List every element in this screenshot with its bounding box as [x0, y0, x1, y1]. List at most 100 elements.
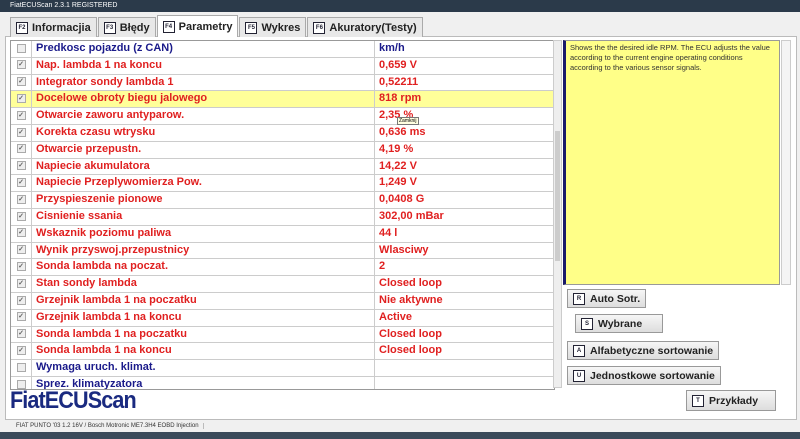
parameter-value: 2	[379, 260, 386, 273]
parameter-name: Otwarcie zaworu antyparow.	[32, 108, 375, 124]
row-checkbox[interactable]: ✓	[11, 343, 32, 360]
table-row[interactable]: ✓ Sonda lambda 1 na koncu Closed loop	[11, 343, 554, 361]
tab-akuratory-testy-[interactable]: F6 Akuratory(Testy)	[307, 17, 423, 37]
row-checkbox[interactable]: ✓	[11, 292, 32, 309]
selected-button[interactable]: S Wybrane	[575, 314, 663, 333]
tab-b-dy[interactable]: F3 Błędy	[97, 17, 156, 37]
table-row[interactable]: ✓ Grzejnik lambda 1 na poczatku Nie aktywn…	[11, 292, 554, 310]
row-checkbox[interactable]: ✓	[11, 108, 32, 124]
table-row[interactable]: ✓ Integrator sondy lambda 1 0,52211	[11, 74, 554, 92]
table-row[interactable]: ✓ Wynik przyswoj.przepustnicy Wlasciwy	[11, 242, 554, 260]
parameter-name: Grzejnik lambda 1 na koncu	[32, 309, 375, 326]
parameter-value: Active	[379, 310, 413, 323]
row-checkbox[interactable]	[11, 41, 32, 57]
table-row[interactable]: ✓ Wskaznik poziomu paliwa 44 l	[11, 225, 554, 243]
row-checkbox[interactable]: ✓	[11, 175, 32, 192]
key-icon: U	[573, 369, 585, 382]
parameter-value: 0,636 ms	[379, 125, 426, 138]
description-scrollbar[interactable]	[781, 40, 791, 285]
key-icon: S	[581, 317, 593, 330]
row-checkbox[interactable]: ✓	[11, 259, 32, 276]
parameter-value	[375, 377, 554, 389]
table-row[interactable]: ✓ Otwarcie zaworu antyparow. 2,35 %	[11, 108, 554, 125]
parameter-value: 4,19 %	[379, 142, 414, 155]
parameter-name: Grzejnik lambda 1 na poczatku	[32, 292, 375, 309]
parameter-value: Wlasciwy	[379, 243, 429, 256]
row-checkbox[interactable]: ✓	[11, 326, 32, 343]
row-checkbox[interactable]: ✓	[11, 141, 32, 158]
table-scrollbar[interactable]	[553, 40, 562, 388]
parameter-value: 302,00 mBar	[379, 209, 444, 222]
button-label: Wybrane	[598, 317, 643, 330]
title-bar: FiatECUScan 2.3.1 REGISTERED	[0, 0, 800, 12]
row-checkbox[interactable]: ✓	[11, 91, 32, 108]
tab-bar: F2 Informacjia F3 Błędy F4 Parametry F5 Wykres F…	[10, 15, 424, 37]
row-checkbox[interactable]: ✓	[11, 124, 32, 141]
table-row[interactable]: ✓ Otwarcie przepustn. 4,19 %	[11, 141, 554, 159]
status-bar: FIAT PUNTO '03 1.2 16V / Bosch Motronic …	[0, 420, 800, 432]
key-icon: A	[573, 344, 585, 357]
table-row[interactable]: Predkosc pojazdu (z CAN) km/h	[11, 41, 554, 58]
button-label: Alfabetyczne sortowanie	[590, 344, 714, 357]
table-row[interactable]: ✓ Grzejnik lambda 1 na koncu Active	[11, 309, 554, 327]
parameter-name: Napiecie akumulatora	[32, 158, 375, 175]
key-icon: F3	[103, 21, 116, 34]
parameter-value: Closed loop	[379, 277, 442, 290]
parameters-table: Predkosc pojazdu (z CAN) km/h ✓ Nap. lambda…	[10, 40, 555, 390]
key-icon: F4	[162, 20, 175, 33]
row-checkbox[interactable]: ✓	[11, 158, 32, 175]
parameter-name: Docelowe obroty biegu jalowego	[32, 91, 375, 108]
parameter-value: Closed loop	[379, 327, 442, 340]
parameter-value: km/h	[379, 42, 405, 54]
table-row[interactable]: ✓ Nap. lambda 1 na koncu 0,659 V	[11, 57, 554, 75]
row-checkbox[interactable]: ✓	[11, 74, 32, 91]
table-row[interactable]: Wymaga uruch. klimat.	[11, 360, 554, 377]
parameter-value: 818 rpm	[379, 92, 422, 105]
row-checkbox[interactable]: ✓	[11, 242, 32, 259]
tab-informacjia[interactable]: F2 Informacjia	[10, 17, 97, 37]
parameter-name: Wynik przyswoj.przepustnicy	[32, 242, 375, 259]
scroll-thumb[interactable]	[555, 131, 560, 261]
row-checkbox[interactable]: ✓	[11, 309, 32, 326]
table-row[interactable]: ✓ Sonda lambda 1 na poczatku Closed loop	[11, 326, 554, 344]
tab-parametry[interactable]: F4 Parametry	[156, 15, 239, 37]
table-row[interactable]: ✓ Napiecie akumulatora 14,22 V	[11, 158, 554, 176]
os-taskbar	[0, 432, 800, 439]
parameter-name: Stan sondy lambda	[32, 276, 375, 292]
table-row[interactable]: ✓ Napiecie Przeplywomierza Pow. 1,249 V	[11, 175, 554, 193]
table-row[interactable]: ✓ Cisnienie ssania 302,00 mBar	[11, 208, 554, 226]
tab-label: Akuratory(Testy)	[329, 21, 417, 34]
row-checkbox[interactable]: ✓	[11, 192, 32, 208]
row-checkbox[interactable]	[11, 360, 32, 376]
parameter-name: Przyspieszenie pionowe	[32, 192, 375, 208]
parameter-value	[375, 360, 554, 376]
row-checkbox[interactable]: ✓	[11, 225, 32, 242]
key-icon: F2	[16, 21, 28, 34]
parameter-name: Integrator sondy lambda 1	[32, 74, 375, 91]
parameter-name: Nap. lambda 1 na koncu	[32, 57, 375, 74]
unit-sort-button[interactable]: U Jednostkowe sortowanie	[567, 366, 721, 385]
table-row[interactable]: ✓ Przyspieszenie pionowe 0,0408 G	[11, 192, 554, 209]
parameter-name: Napiecie Przeplywomierza Pow.	[32, 175, 375, 192]
vehicle-info: FIAT PUNTO '03 1.2 16V / Bosch Motronic …	[12, 423, 204, 429]
tab-wykres[interactable]: F5 Wykres	[239, 17, 307, 37]
tab-label: Błędy	[119, 21, 150, 34]
row-checkbox[interactable]: ✓	[11, 276, 32, 292]
examples-button[interactable]: T Przykłady	[686, 390, 776, 411]
key-icon: F6	[313, 21, 326, 34]
table-row[interactable]: ✓ Stan sondy lambda Closed loop	[11, 276, 554, 293]
button-label: Przykłady	[709, 394, 759, 407]
parameter-name: Otwarcie przepustn.	[32, 141, 375, 158]
alphabetical-sort-button[interactable]: A Alfabetyczne sortowanie	[567, 341, 720, 360]
row-checkbox[interactable]: ✓	[11, 208, 32, 225]
auto-sort-button[interactable]: R Auto Sotr.	[567, 289, 647, 308]
button-label: Jednostkowe sortowanie	[590, 369, 715, 382]
table-row[interactable]: ✓ Sonda lambda na poczat. 2	[11, 259, 554, 277]
table-row[interactable]: ✓ Docelowe obroty biegu jalowego 818 rpm	[11, 91, 554, 109]
table-row[interactable]: ✓ Korekta czasu wtrysku 0,636 ms	[11, 124, 554, 142]
row-checkbox[interactable]: ✓	[11, 57, 32, 74]
parameter-value: Nie aktywne	[379, 293, 443, 306]
tab-label: Wykres	[261, 21, 301, 34]
button-label: Auto Sotr.	[590, 292, 641, 305]
parameter-name: Sonda lambda 1 na poczatku	[32, 326, 375, 343]
